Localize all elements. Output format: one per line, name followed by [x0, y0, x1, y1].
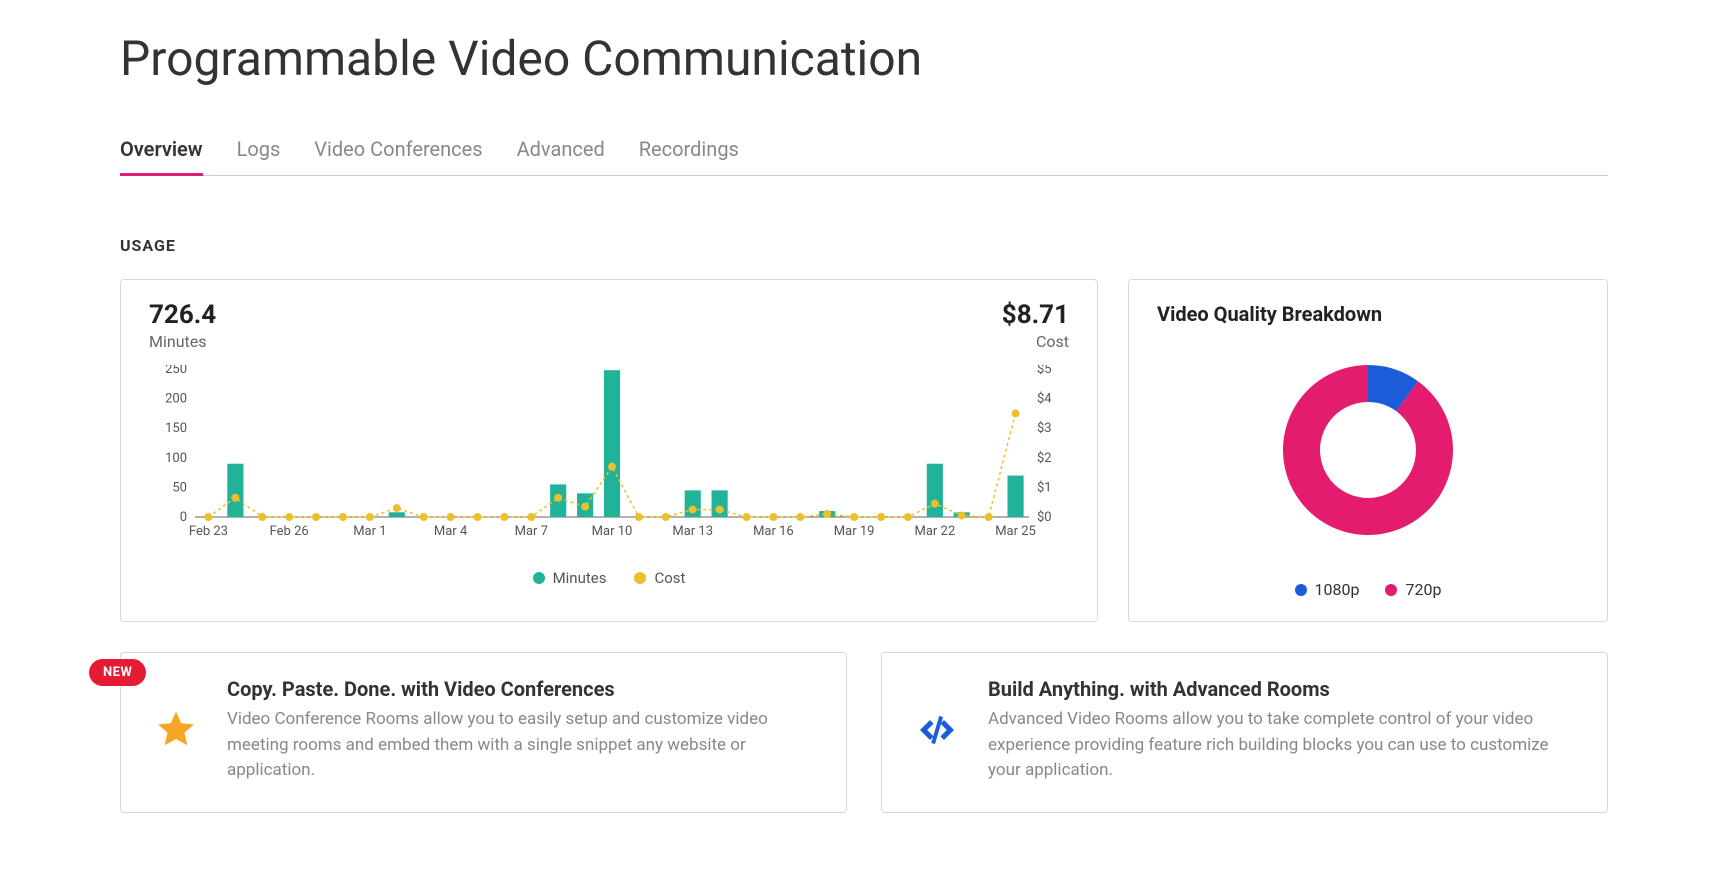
- card1-body: Video Conference Rooms allow you to easi…: [227, 707, 816, 784]
- cost-value: $8.71: [1002, 300, 1069, 330]
- tab-overview[interactable]: Overview: [120, 127, 203, 175]
- svg-text:Mar 10: Mar 10: [592, 524, 633, 539]
- page-title: Programmable Video Communication: [120, 30, 1608, 87]
- card2-body: Advanced Video Rooms allow you to take c…: [988, 707, 1577, 784]
- cost-label: Cost: [1002, 332, 1069, 351]
- svg-text:Feb 23: Feb 23: [189, 524, 228, 539]
- tab-recordings[interactable]: Recordings: [639, 127, 739, 175]
- tabs: Overview Logs Video Conferences Advanced Rec…: [120, 127, 1608, 176]
- code-icon: [912, 677, 962, 784]
- legend-720p-label: 720p: [1405, 580, 1441, 599]
- minutes-swatch-icon: [533, 572, 545, 584]
- svg-text:Mar 25: Mar 25: [995, 524, 1036, 539]
- promo-card-advanced[interactable]: Build Anything. with Advanced Rooms Adva…: [881, 652, 1608, 813]
- svg-text:0: 0: [180, 510, 187, 525]
- svg-text:Mar 13: Mar 13: [672, 524, 713, 539]
- svg-text:$2: $2: [1037, 451, 1052, 466]
- tab-logs[interactable]: Logs: [237, 127, 281, 175]
- svg-text:$5: $5: [1037, 365, 1052, 377]
- svg-text:Mar 1: Mar 1: [353, 524, 386, 539]
- cost-metric: $8.71 Cost: [1002, 300, 1069, 351]
- legend-720p: 720p: [1385, 580, 1441, 599]
- tab-advanced[interactable]: Advanced: [517, 127, 605, 175]
- minutes-value: 726.4: [149, 300, 216, 330]
- svg-text:$3: $3: [1037, 421, 1052, 436]
- svg-text:Mar 16: Mar 16: [753, 524, 794, 539]
- legend-cost: Cost: [634, 569, 685, 587]
- svg-text:250: 250: [165, 365, 187, 377]
- legend-cost-label: Cost: [654, 569, 685, 587]
- svg-text:200: 200: [165, 392, 187, 407]
- blue-swatch-icon: [1295, 584, 1307, 596]
- svg-text:150: 150: [165, 421, 187, 436]
- svg-text:$1: $1: [1037, 480, 1052, 495]
- legend-1080p-label: 1080p: [1315, 580, 1360, 599]
- usage-legend: Minutes Cost: [149, 569, 1069, 587]
- usage-chart: 0 50 100 150 200 250 $0 $1 $2 $3 $4 $5 Feb 23 Feb 26 M…: [149, 365, 1069, 555]
- cost-swatch-icon: [634, 572, 646, 584]
- svg-text:100: 100: [165, 451, 187, 466]
- promo-card-conferences[interactable]: NEW Copy. Paste. Done. with Video Confer…: [120, 652, 847, 813]
- svg-text:Mar 22: Mar 22: [915, 524, 956, 539]
- quality-panel: Video Quality Breakdown 1080p 720p: [1128, 279, 1608, 622]
- donut-chart: [1157, 350, 1579, 550]
- legend-1080p: 1080p: [1295, 580, 1360, 599]
- card2-title: Build Anything. with Advanced Rooms: [988, 677, 1577, 701]
- legend-minutes-label: Minutes: [553, 569, 607, 587]
- svg-text:Feb 26: Feb 26: [270, 524, 309, 539]
- svg-text:50: 50: [172, 480, 187, 495]
- quality-title: Video Quality Breakdown: [1157, 302, 1579, 326]
- minutes-metric: 726.4 Minutes: [149, 300, 216, 351]
- usage-section-label: USAGE: [120, 236, 1608, 255]
- svg-text:$0: $0: [1037, 510, 1052, 525]
- svg-text:$4: $4: [1037, 392, 1052, 407]
- tab-video-conferences[interactable]: Video Conferences: [314, 127, 482, 175]
- minutes-label: Minutes: [149, 332, 216, 351]
- svg-text:Mar 4: Mar 4: [434, 524, 468, 539]
- usage-panel: 726.4 Minutes $8.71 Cost 0 50 100 150 200 250…: [120, 279, 1098, 622]
- svg-text:Mar 19: Mar 19: [834, 524, 875, 539]
- new-badge: NEW: [89, 659, 146, 686]
- pink-swatch-icon: [1385, 584, 1397, 596]
- svg-text:Mar 7: Mar 7: [515, 524, 548, 539]
- legend-minutes: Minutes: [533, 569, 607, 587]
- star-icon: [151, 677, 201, 784]
- donut-legend: 1080p 720p: [1157, 580, 1579, 599]
- card1-title: Copy. Paste. Done. with Video Conference…: [227, 677, 816, 701]
